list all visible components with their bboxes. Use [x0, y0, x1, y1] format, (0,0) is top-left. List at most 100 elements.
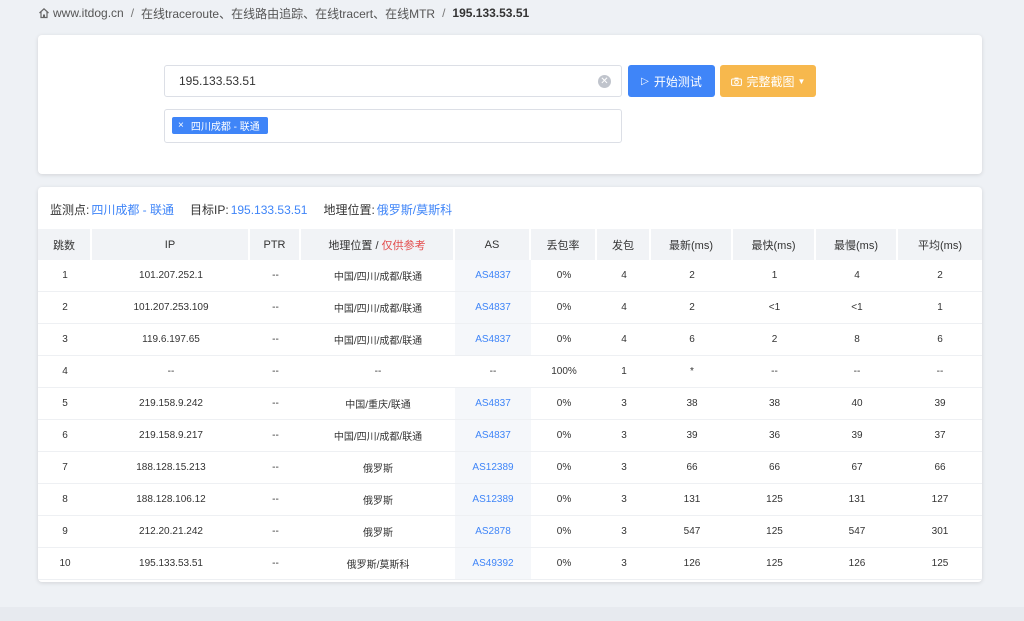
hop-cell: 3	[38, 324, 92, 356]
header-geo-note: 仅供参考	[381, 239, 426, 252]
geo-cell: 俄罗斯	[301, 452, 455, 484]
as-link[interactable]: AS12389	[455, 484, 531, 516]
sent-cell: 3	[597, 452, 651, 484]
home-icon[interactable]	[38, 7, 50, 19]
breadcrumb: www.itdog.cn / 在线traceroute、在线路由追踪、在线tra…	[38, 5, 530, 22]
geo-cell: 中国/四川/成都/联通	[301, 260, 455, 292]
table-row: 2 101.207.253.109 -- 中国/四川/成都/联通 AS4837 …	[38, 292, 982, 324]
header-geo: 地理位置 / 仅供参考	[301, 229, 455, 260]
breadcrumb-home-link[interactable]: www.itdog.cn	[53, 6, 124, 20]
ip-cell: 101.207.253.109	[92, 292, 250, 324]
geo-location-value: 俄罗斯/莫斯科	[376, 203, 453, 217]
sent-cell: 4	[597, 260, 651, 292]
geo-cell: --	[301, 356, 455, 388]
ptr-cell: --	[250, 292, 301, 324]
tag-close-icon[interactable]: ×	[178, 120, 184, 131]
ptr-cell: --	[250, 260, 301, 292]
monitor-point-value: 四川成都 - 联通	[91, 203, 175, 217]
as-link[interactable]: AS4837	[455, 420, 531, 452]
ip-input[interactable]	[165, 66, 621, 96]
monitor-point-info: 监测点: 四川成都 - 联通	[50, 201, 174, 218]
loss-cell: 0%	[531, 484, 597, 516]
header-hop: 跳数	[38, 229, 92, 260]
camera-icon	[730, 77, 742, 86]
table-row: 6 219.158.9.217 -- 中国/四川/成都/联通 AS4837 0%…	[38, 420, 982, 452]
hop-cell: 5	[38, 388, 92, 420]
result-card: 监测点: 四川成都 - 联通 目标IP: 195.133.53.51 地理位置: 俄罗…	[38, 187, 982, 582]
as-link[interactable]: AS2878	[455, 516, 531, 548]
ip-input-wrapper: ✕	[164, 65, 622, 97]
best-cell: 66	[733, 452, 816, 484]
as-link[interactable]: AS49392	[455, 548, 531, 580]
hops-table: 跳数 IP PTR 地理位置 / 仅供参考 AS 丢包率 发包 最新(ms) 最…	[38, 229, 982, 580]
geo-cell: 中国/四川/成都/联通	[301, 324, 455, 356]
ip-cell: 101.207.252.1	[92, 260, 250, 292]
as-link[interactable]: AS4837	[455, 388, 531, 420]
as-link[interactable]: AS4837	[455, 260, 531, 292]
ptr-cell: --	[250, 356, 301, 388]
best-cell: 38	[733, 388, 816, 420]
hop-cell: 9	[38, 516, 92, 548]
last-cell: 66	[651, 452, 733, 484]
hop-cell: 7	[38, 452, 92, 484]
target-ip-info: 目标IP: 195.133.53.51	[190, 201, 307, 218]
avg-cell: 1	[898, 292, 982, 324]
avg-cell: 125	[898, 548, 982, 580]
avg-cell: --	[898, 356, 982, 388]
loss-cell: 0%	[531, 548, 597, 580]
last-cell: 131	[651, 484, 733, 516]
node-tag-label: 四川成都 - 联通	[190, 122, 260, 133]
ip-cell: 188.128.106.12	[92, 484, 250, 516]
geo-location-info: 地理位置: 俄罗斯/莫斯科	[323, 201, 452, 218]
search-card: ✕ ▷ 开始测试 完整截图 ▼ × 四川成都 - 联通	[38, 35, 982, 174]
header-as: AS	[455, 229, 531, 260]
header-geo-label: 地理位置 /	[328, 239, 382, 252]
worst-cell: <1	[816, 292, 898, 324]
worst-cell: 131	[816, 484, 898, 516]
header-loss: 丢包率	[531, 229, 597, 260]
best-cell: 125	[733, 516, 816, 548]
loss-cell: 0%	[531, 452, 597, 484]
header-worst: 最慢(ms)	[816, 229, 898, 260]
start-test-label: 开始测试	[653, 74, 702, 89]
last-cell: 547	[651, 516, 733, 548]
as-link[interactable]: AS12389	[455, 452, 531, 484]
best-cell: 125	[733, 548, 816, 580]
avg-cell: 39	[898, 388, 982, 420]
start-test-button[interactable]: ▷ 开始测试	[628, 65, 715, 97]
last-cell: *	[651, 356, 733, 388]
target-ip-value: 195.133.53.51	[230, 203, 308, 217]
sent-cell: 3	[597, 484, 651, 516]
as-link[interactable]: AS4837	[455, 324, 531, 356]
ptr-cell: --	[250, 484, 301, 516]
info-bar: 监测点: 四川成都 - 联通 目标IP: 195.133.53.51 地理位置: 俄罗…	[50, 201, 468, 218]
sent-cell: 3	[597, 420, 651, 452]
hop-cell: 6	[38, 420, 92, 452]
loss-cell: 0%	[531, 388, 597, 420]
geo-cell: 中国/四川/成都/联通	[301, 420, 455, 452]
sent-cell: 3	[597, 516, 651, 548]
clear-icon[interactable]: ✕	[598, 75, 611, 88]
worst-cell: --	[816, 356, 898, 388]
sent-cell: 1	[597, 356, 651, 388]
breadcrumb-current: 195.133.53.51	[452, 6, 530, 20]
monitor-point-label: 监测点:	[50, 203, 90, 217]
full-screenshot-button[interactable]: 完整截图 ▼	[720, 65, 816, 97]
as-cell: --	[455, 356, 531, 388]
ptr-cell: --	[250, 324, 301, 356]
table-row: 10 195.133.53.51 -- 俄罗斯/莫斯科 AS49392 0% 3…	[38, 548, 982, 580]
node-tag: × 四川成都 - 联通	[172, 117, 268, 134]
as-link[interactable]: AS4837	[455, 292, 531, 324]
best-cell: 2	[733, 324, 816, 356]
node-select[interactable]: × 四川成都 - 联通	[164, 109, 622, 143]
header-avg: 平均(ms)	[898, 229, 982, 260]
last-cell: 6	[651, 324, 733, 356]
last-cell: 2	[651, 292, 733, 324]
breadcrumb-section-link[interactable]: 在线traceroute、在线路由追踪、在线tracert、在线MTR	[141, 5, 435, 22]
loss-cell: 0%	[531, 324, 597, 356]
hop-cell: 1	[38, 260, 92, 292]
avg-cell: 66	[898, 452, 982, 484]
avg-cell: 6	[898, 324, 982, 356]
header-last: 最新(ms)	[651, 229, 733, 260]
table-row: 3 119.6.197.65 -- 中国/四川/成都/联通 AS4837 0% …	[38, 324, 982, 356]
